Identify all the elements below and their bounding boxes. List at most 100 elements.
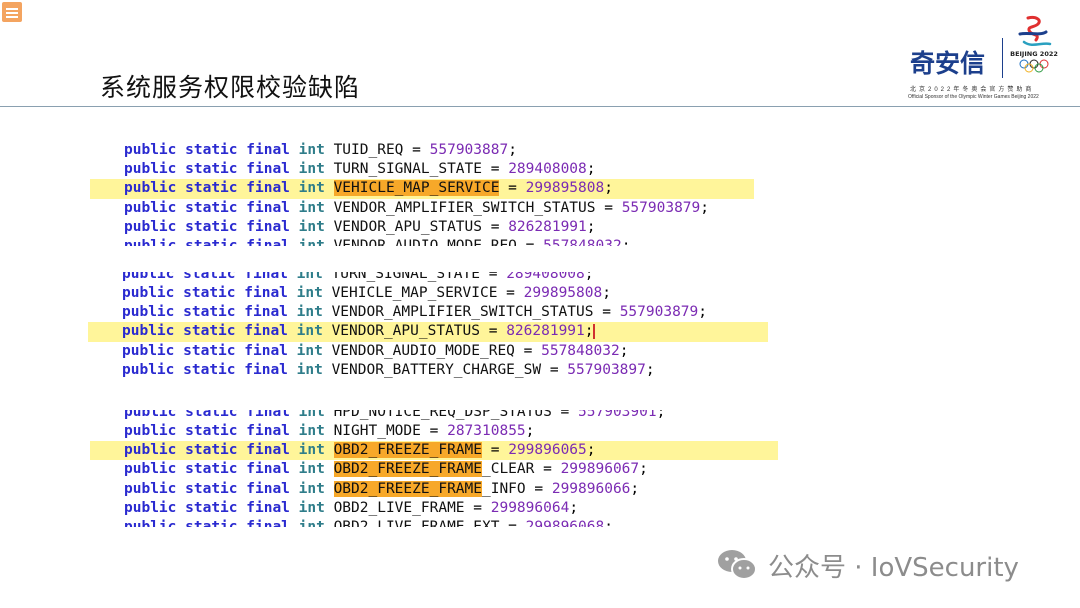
code-keyword: public — [124, 499, 177, 516]
code-keyword: final — [246, 142, 290, 158]
code-type: int — [296, 361, 323, 378]
code-keyword: static — [185, 199, 238, 216]
code-line: public static final int VENDOR_AUDIO_MOD… — [122, 342, 629, 359]
code-keyword: static — [183, 342, 236, 359]
code-keyword: final — [246, 480, 290, 497]
code-keyword: public — [124, 180, 177, 197]
code-keyword: final — [244, 285, 288, 301]
constant-name: TURN_SIGNAL_STATE — [331, 272, 480, 282]
constant-value: 299896066 — [551, 480, 631, 497]
code-type: int — [298, 161, 325, 178]
slide-title: 系统服务权限校验缺陷 — [100, 73, 361, 102]
constant-value: 289408008 — [506, 272, 585, 282]
constant-name: TUID_REQ — [333, 142, 404, 158]
constant-value: 299896065 — [508, 442, 587, 459]
code-type: int — [298, 180, 325, 197]
watermark-text: 公众号 · IoVSecurity — [768, 552, 1019, 583]
code-keyword: public — [122, 361, 175, 378]
constant-name-suffix: _INFO — [481, 480, 526, 497]
code-line: public static final int OBD2_LIVE_FRAME_… — [90, 518, 778, 527]
code-keyword: static — [185, 180, 238, 197]
code-line: public static final int VEHICLE_MAP_SERV… — [90, 179, 754, 199]
constant-name: NIGHT_MODE — [333, 423, 421, 439]
code-line: public static final int VENDOR_AUDIO_MOD… — [90, 237, 754, 246]
code-type: int — [298, 480, 325, 497]
constant-name: VENDOR_AUDIO_MODE_REQ — [333, 237, 517, 246]
code-type: int — [296, 285, 323, 301]
code-keyword: static — [185, 518, 238, 527]
code-line: public static final int OBD2_LIVE_FRAME … — [124, 499, 579, 516]
code-line: public static final int TUID_REQ = 55790… — [124, 142, 517, 158]
code-keyword: static — [183, 304, 236, 321]
code-type: int — [298, 461, 325, 478]
code-keyword: final — [246, 518, 290, 527]
constant-value: 299896068 — [525, 518, 605, 527]
brand-divider — [1002, 38, 1003, 78]
code-keyword: final — [246, 423, 290, 439]
code-keyword: public — [124, 518, 177, 527]
constant-value: 557903897 — [567, 361, 646, 378]
code-keyword: final — [246, 199, 290, 216]
constant-name-suffix: _CLEAR — [481, 461, 535, 478]
beijing-2022-emblem-icon: BEIJING 2022 — [1010, 16, 1058, 73]
constant-value: 287310855 — [447, 423, 526, 439]
code-keyword: static — [185, 442, 238, 459]
wechat-icon — [718, 550, 757, 580]
code-type: int — [298, 218, 325, 235]
constant-name: VENDOR_AMPLIFIER_SWITCH_STATUS — [333, 199, 596, 216]
code-keyword: final — [244, 304, 288, 321]
code-keyword: public — [124, 161, 177, 178]
code-line: public static final int VENDOR_AMPLIFIER… — [124, 199, 709, 216]
code-line: public static final int TURN_SIGNAL_STAT… — [88, 272, 768, 284]
code-keyword: static — [183, 285, 236, 301]
search-match-highlight: OBD2_FREEZE_FRAME — [333, 442, 482, 459]
constant-name: VENDOR_AUDIO_MODE_REQ — [331, 342, 515, 359]
olympic-text: BEIJING 2022 — [1010, 50, 1058, 58]
constant-value: 557903879 — [619, 304, 699, 321]
code-keyword: static — [183, 361, 236, 378]
constant-name: OBD2_LIVE_FRAME — [333, 499, 465, 516]
code-keyword: static — [185, 237, 238, 246]
code-keyword: public — [124, 480, 177, 497]
code-keyword: static — [185, 423, 238, 439]
code-keyword: final — [244, 342, 288, 359]
code-type: int — [298, 423, 325, 439]
code-keyword: static — [185, 480, 238, 497]
search-match-highlight: VEHICLE_MAP_SERVICE — [333, 180, 500, 197]
code-keyword: public — [124, 199, 177, 216]
code-keyword: public — [124, 410, 177, 420]
constant-name: VENDOR_APU_STATUS — [333, 218, 482, 235]
constant-name: OBD2_LIVE_FRAME_EXT — [333, 518, 500, 527]
constant-name: VENDOR_BATTERY_CHARGE_SW — [331, 361, 542, 378]
text-cursor — [592, 323, 595, 339]
code-keyword: static — [185, 142, 238, 158]
constant-value: 557903887 — [429, 142, 509, 158]
constant-name: HPD_NOTICE_REQ_DSP_STATUS — [333, 410, 552, 420]
code-line: public static final int VENDOR_AMPLIFIER… — [122, 304, 707, 321]
code-type: int — [298, 499, 325, 516]
code-line: public static final int HPD_NOTICE_REQ_D… — [90, 410, 778, 422]
brand-logo-area: 奇安信 BEIJING 2022 北京2022年冬奥会官方赞助商 Officia… — [900, 14, 1070, 104]
code-keyword: static — [183, 323, 236, 340]
code-snippet-3: public static final int HPD_NOTICE_REQ_D… — [90, 410, 778, 527]
constant-value: 826281991 — [508, 218, 587, 235]
code-keyword: static — [185, 410, 238, 420]
code-keyword: public — [122, 304, 175, 321]
code-type: int — [296, 342, 323, 359]
code-keyword: final — [246, 218, 290, 235]
code-type: int — [298, 442, 325, 459]
code-keyword: static — [185, 461, 238, 478]
code-keyword: public — [122, 342, 175, 359]
code-keyword: public — [122, 323, 175, 340]
search-match-highlight: OBD2_FREEZE_FRAME — [333, 480, 482, 497]
code-line: public static final int NIGHT_MODE = 287… — [124, 423, 535, 439]
notes-icon[interactable] — [2, 2, 22, 22]
sponsor-text-cn: 北京2022年冬奥会官方赞助商 — [910, 87, 1035, 93]
code-keyword: final — [246, 410, 290, 420]
code-keyword: public — [122, 272, 175, 282]
code-line: public static final int VENDOR_APU_STATU… — [88, 322, 768, 342]
code-line: public static final int VEHICLE_MAP_SERV… — [122, 285, 611, 301]
code-line: public static final int VENDOR_APU_STATU… — [124, 218, 596, 235]
code-snippet-1: public static final int TUID_REQ = 55790… — [90, 141, 754, 246]
code-line: public static final int OBD2_FREEZE_FRAM… — [124, 480, 640, 497]
